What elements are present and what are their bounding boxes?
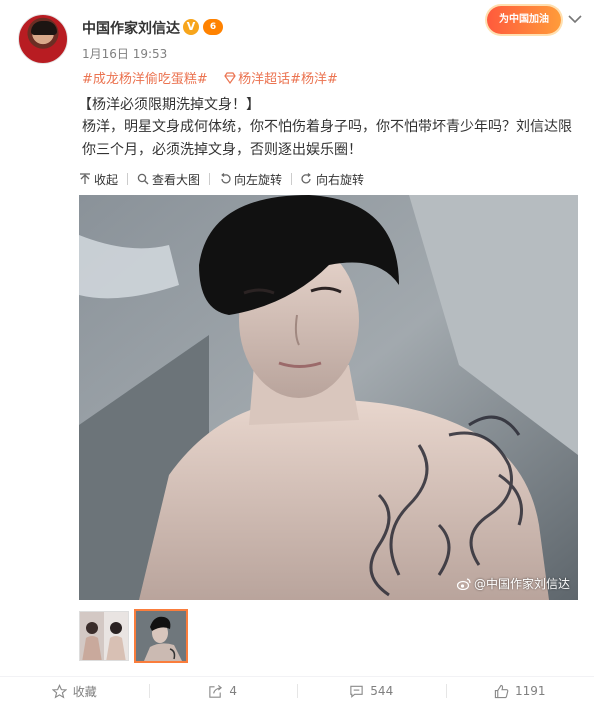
- author-avatar[interactable]: [18, 14, 68, 64]
- search-icon: [137, 173, 149, 185]
- topic-tag[interactable]: #杨洋#: [290, 72, 338, 87]
- action-bar: 收藏 4 544 1191: [0, 677, 594, 705]
- repost-button[interactable]: 4: [148, 677, 298, 705]
- weibo-post-card: 中国作家刘信达 V 6 1月16日 19:53 为中国加油 #成龙杨洋偷吃蛋糕#…: [0, 0, 594, 705]
- rotate-right-button[interactable]: 向右旋转: [301, 171, 364, 188]
- view-large-button[interactable]: 查看大图: [137, 171, 200, 188]
- super-topic-icon: [224, 72, 236, 85]
- weibo-logo-icon: [456, 577, 471, 590]
- chevron-down-icon[interactable]: [566, 13, 584, 27]
- collapse-button[interactable]: 收起: [79, 171, 118, 188]
- topic-tag[interactable]: #成龙杨洋偷吃蛋糕#: [82, 72, 208, 87]
- favorite-button[interactable]: 收藏: [0, 677, 149, 705]
- collapse-icon: [80, 173, 90, 184]
- thumbs-up-icon: [494, 684, 509, 698]
- thumbnail-1[interactable]: [79, 611, 129, 661]
- rotate-left-button[interactable]: 向左旋转: [219, 171, 282, 188]
- thumbnail-2-selected[interactable]: [134, 609, 188, 663]
- super-topic-tag[interactable]: 杨洋超话: [238, 72, 290, 87]
- post-timestamp[interactable]: 1月16日 19:53: [82, 45, 167, 62]
- topic-tags: #成龙杨洋偷吃蛋糕# 杨洋超话#杨洋#: [82, 68, 338, 87]
- rotate-right-icon: [301, 173, 311, 184]
- verified-badge-icon: V: [183, 19, 199, 35]
- image-watermark: @中国作家刘信达: [456, 575, 570, 592]
- post-body: 杨洋，明星文身成何体统，你不怕伤着身子吗，你不怕带坏青少年吗？刘信达限你三个月，…: [82, 119, 572, 158]
- repost-icon: [209, 684, 223, 698]
- post-photo[interactable]: @中国作家刘信达: [79, 195, 578, 600]
- media-toolbar: 收起 查看大图 向左旋转 向右旋转: [79, 170, 364, 188]
- comment-icon: [350, 685, 363, 698]
- rotate-left-icon: [221, 173, 231, 184]
- post-title: 【杨洋必须限期洗掉文身！】: [78, 97, 260, 113]
- comment-button[interactable]: 544: [297, 677, 446, 705]
- star-icon: [51, 683, 67, 698]
- campaign-badge[interactable]: 为中国加油: [487, 6, 561, 34]
- like-button[interactable]: 1191: [445, 677, 594, 705]
- level-badge: 6: [203, 19, 223, 35]
- author-name[interactable]: 中国作家刘信达: [82, 18, 180, 38]
